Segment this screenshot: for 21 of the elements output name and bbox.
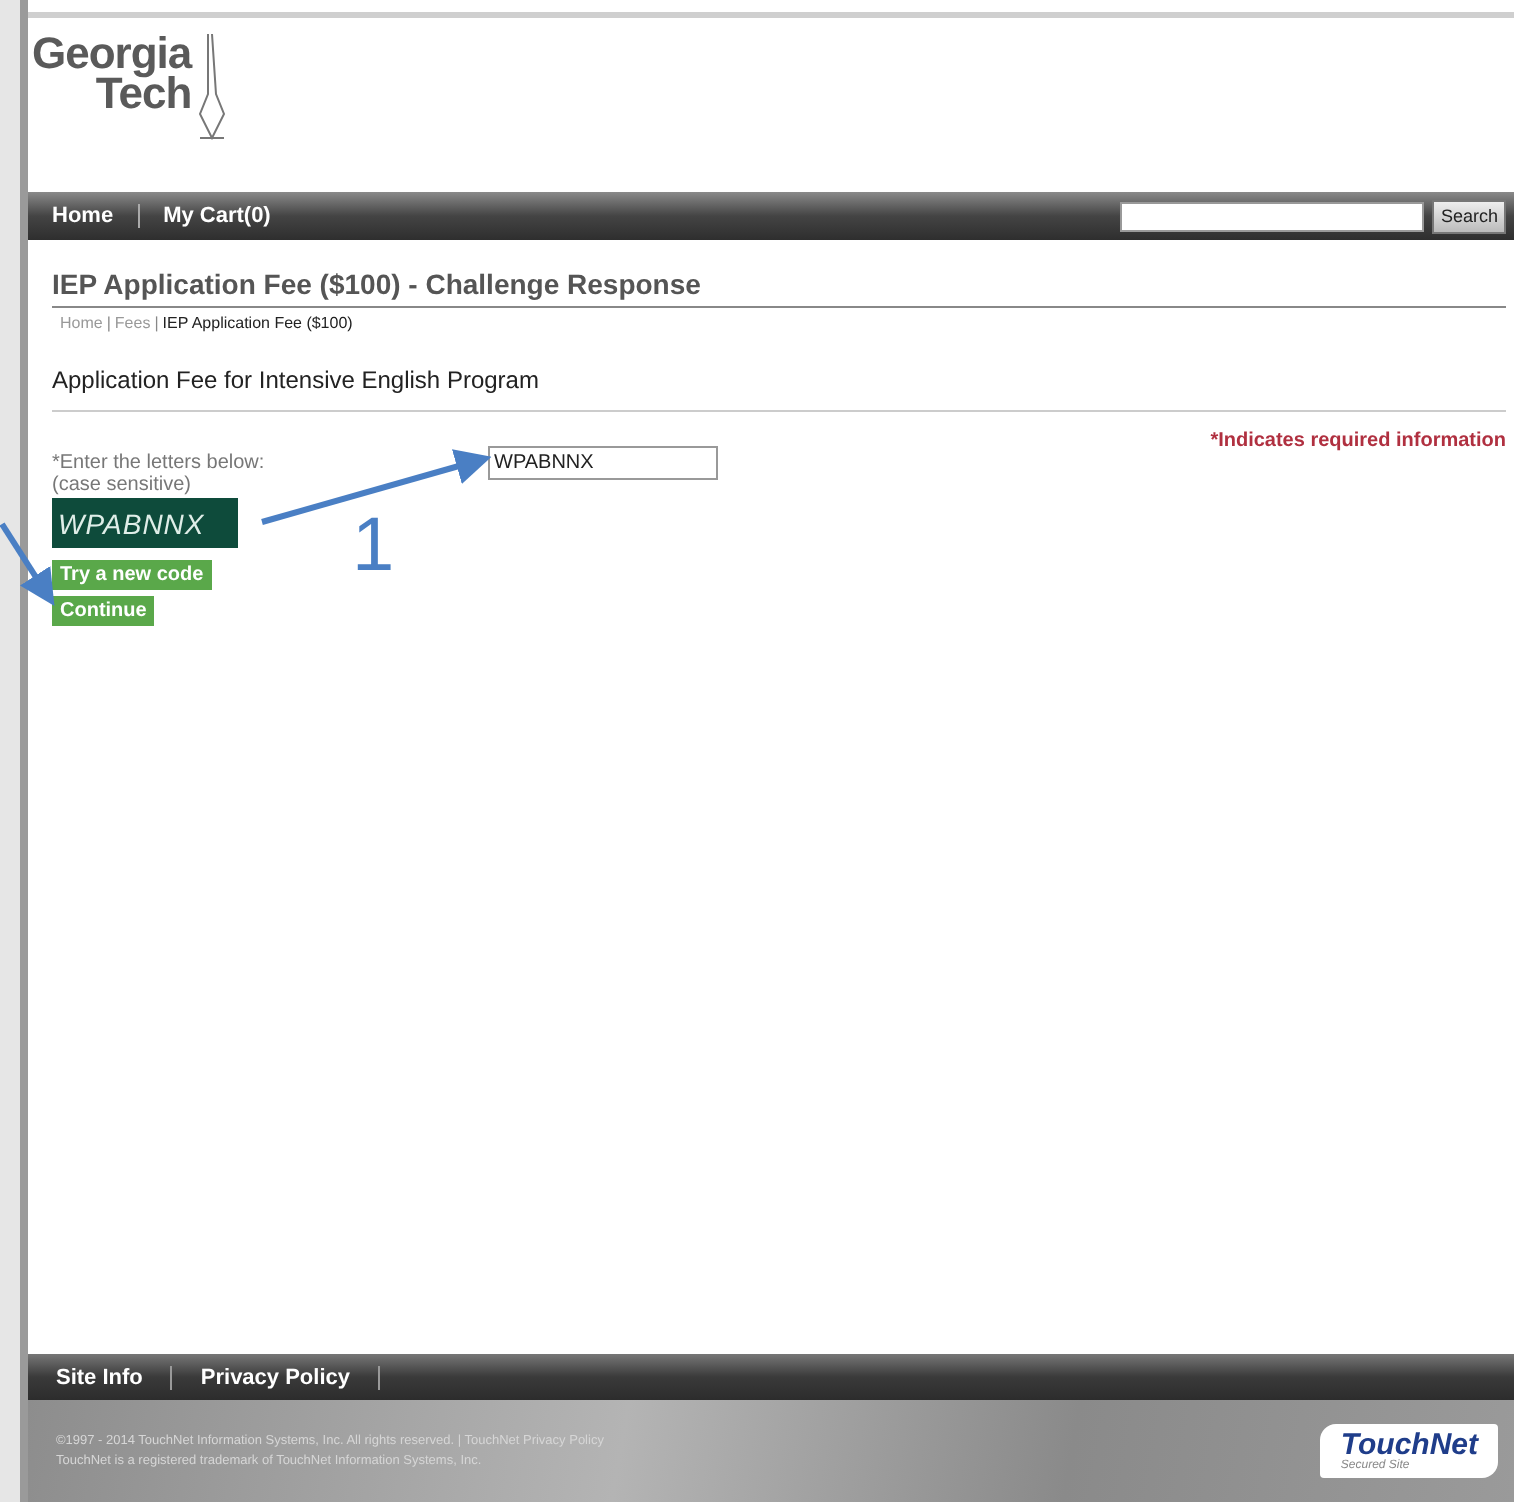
tower-icon <box>195 34 228 142</box>
captcha-image: WPABNNX <box>52 498 238 548</box>
field-label: (case sensitive) <box>52 474 193 496</box>
annotation-number: 1 <box>352 504 395 590</box>
search-button[interactable]: Search <box>1432 199 1506 233</box>
section-heading: Application Fee for Intensive English Program <box>52 366 1506 412</box>
breadcrumb-separator: | <box>154 314 159 332</box>
nav-link[interactable]: My Cart(0) <box>137 204 295 228</box>
logo-text: Tech <box>95 74 192 114</box>
captcha-input[interactable]: WPABNNX <box>488 446 718 480</box>
footer-link[interactable]: Site Info <box>56 1365 173 1389</box>
breadcrumb-current: IEP Application Fee ($100) <box>162 314 353 332</box>
required-note: *Indicates required information <box>1208 430 1506 452</box>
page-title: IEP Application Fee ($100) - Challenge Response <box>52 268 1506 308</box>
search-field[interactable] <box>1120 201 1425 231</box>
breadcrumb-separator: | <box>106 314 111 332</box>
footer-link[interactable]: Privacy Policy <box>200 1365 380 1389</box>
nav-link[interactable]: Home <box>52 204 138 228</box>
annotation-arrow <box>0 522 55 607</box>
field-label: *Enter the letters below: <box>52 452 267 474</box>
logo-text: Georgia <box>32 34 192 74</box>
